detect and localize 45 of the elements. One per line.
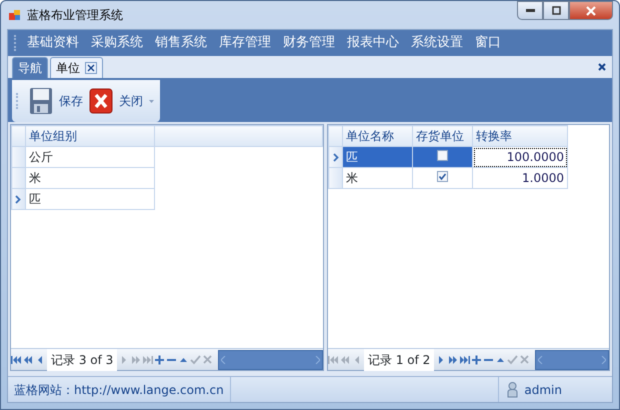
column-header[interactable]: 存货单位 (412, 126, 472, 146)
menu-item[interactable]: 窗口 (469, 33, 507, 53)
column-header[interactable]: 单位名称 (342, 126, 412, 146)
app-logo-icon (9, 9, 21, 21)
close-button[interactable] (569, 1, 613, 20)
menu-item[interactable]: 采购系统 (85, 33, 149, 53)
previous-page-icon[interactable] (23, 354, 34, 366)
add-icon[interactable] (154, 354, 166, 366)
close-icon[interactable] (598, 63, 606, 71)
menu-item[interactable]: 报表中心 (341, 33, 405, 53)
minimize-icon (526, 9, 534, 12)
maximize-button[interactable] (543, 1, 569, 20)
table-cell: 100.0000 (472, 146, 568, 168)
window-title: 蓝格布业管理系统 (27, 7, 123, 24)
table-cell: 公斤 (25, 146, 154, 168)
close-button[interactable]: 关闭 (89, 88, 143, 114)
close-icon (586, 6, 596, 16)
close-icon (89, 88, 113, 114)
checkbox[interactable] (437, 171, 448, 182)
first-icon[interactable] (11, 354, 22, 366)
table-cell: 匹 (25, 188, 154, 210)
table-cell: 匹 (342, 146, 412, 168)
user-icon (507, 382, 518, 398)
user-name: admin (524, 382, 562, 398)
menu-item[interactable]: 财务管理 (277, 33, 341, 53)
table-cell: 1.0000 (472, 168, 568, 188)
save-button[interactable]: 保存 (29, 87, 83, 115)
column-header[interactable]: 单位组别 (25, 126, 154, 146)
checkbox[interactable] (437, 150, 448, 161)
table-cell: 米 (25, 168, 154, 188)
maximize-icon (552, 6, 560, 15)
column-header[interactable]: 转换率 (472, 126, 568, 146)
menu-item[interactable]: 销售系统 (149, 33, 213, 53)
minimize-button[interactable] (517, 1, 543, 20)
add-icon[interactable] (471, 354, 482, 366)
tab[interactable]: 导航 (12, 57, 48, 78)
menu-item[interactable]: 系统设置 (405, 33, 469, 53)
menu-item[interactable]: 库存管理 (213, 33, 277, 53)
record-counter: 记录 3 of 3 (47, 349, 118, 371)
dropdown-caret-icon[interactable] (149, 100, 154, 102)
tab-close-icon[interactable] (85, 62, 97, 74)
tab[interactable]: 单位 (50, 57, 103, 78)
table-cell: 米 (342, 168, 412, 188)
record-counter: 记录 1 of 2 (364, 349, 434, 371)
menu-item[interactable]: 基础资料 (21, 33, 85, 53)
